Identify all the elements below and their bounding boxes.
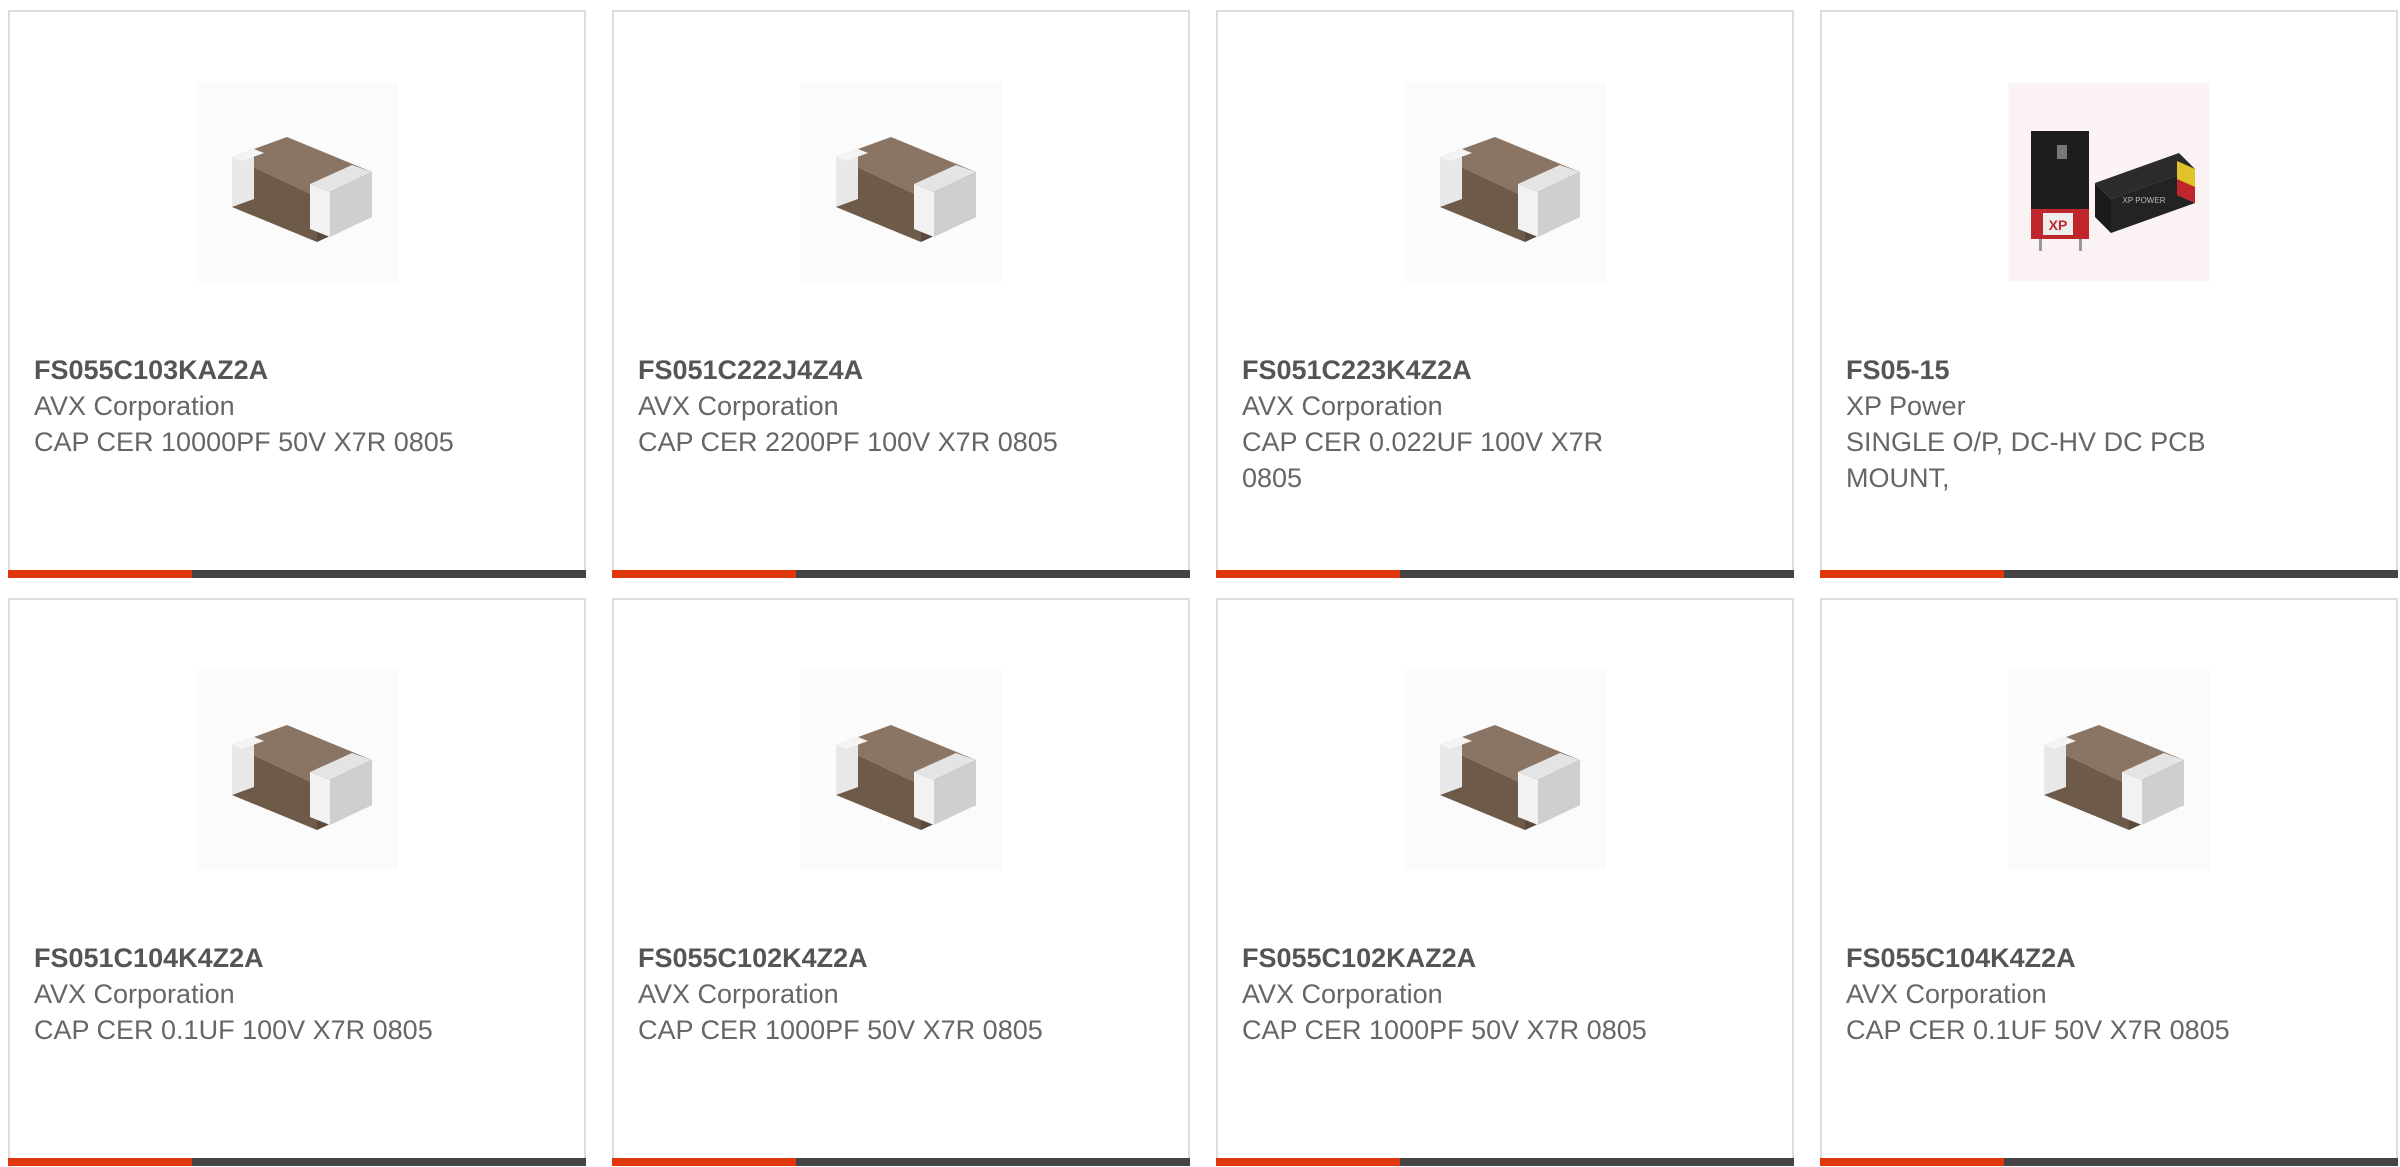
manufacturer-name: XP Power <box>1846 391 1966 421</box>
card-accent-bar <box>1820 570 2004 578</box>
product-card[interactable]: FS055C104K4Z2A AVX Corporation CAP CER 0… <box>1820 598 2398 1166</box>
part-number[interactable]: FS05-15 <box>1846 352 2266 388</box>
product-info: FS055C102KAZ2A AVX Corporation CAP CER 1… <box>1242 940 1662 1048</box>
card-accent-bar <box>612 570 796 578</box>
product-info: FS055C103KAZ2A AVX Corporation CAP CER 1… <box>34 352 454 460</box>
product-description: CAP CER 0.1UF 100V X7R 0805 <box>34 1015 433 1045</box>
product-description: CAP CER 0.022UF 100V X7R 0805 <box>1242 427 1604 493</box>
ceramic-capacitor-icon <box>1404 670 1606 870</box>
manufacturer-name: AVX Corporation <box>34 979 235 1009</box>
card-footer-bar <box>1820 570 2398 578</box>
product-card[interactable]: FS055C103KAZ2A AVX Corporation CAP CER 1… <box>8 10 586 578</box>
manufacturer-name: AVX Corporation <box>34 391 235 421</box>
ceramic-capacitor-icon <box>800 82 1002 282</box>
card-accent-bar <box>612 1158 796 1166</box>
manufacturer-name: AVX Corporation <box>1242 391 1443 421</box>
part-number[interactable]: FS051C223K4Z2A <box>1242 352 1662 388</box>
product-info: FS051C104K4Z2A AVX Corporation CAP CER 0… <box>34 940 454 1048</box>
product-card[interactable]: XP XP POWER FS05-15 XP Power SINGLE O/P,… <box>1820 10 2398 578</box>
part-number[interactable]: FS055C103KAZ2A <box>34 352 454 388</box>
card-footer-bar <box>612 570 1190 578</box>
ceramic-capacitor-icon <box>196 670 398 870</box>
product-description: CAP CER 1000PF 50V X7R 0805 <box>1242 1015 1647 1045</box>
product-card[interactable]: FS051C104K4Z2A AVX Corporation CAP CER 0… <box>8 598 586 1166</box>
part-number[interactable]: FS051C222J4Z4A <box>638 352 1058 388</box>
product-card[interactable]: FS051C222J4Z4A AVX Corporation CAP CER 2… <box>612 10 1190 578</box>
part-number[interactable]: FS051C104K4Z2A <box>34 940 454 976</box>
product-description: CAP CER 2200PF 100V X7R 0805 <box>638 427 1058 457</box>
manufacturer-name: AVX Corporation <box>638 391 839 421</box>
product-info: FS051C222J4Z4A AVX Corporation CAP CER 2… <box>638 352 1058 460</box>
ceramic-capacitor-icon <box>196 82 398 282</box>
manufacturer-name: AVX Corporation <box>1846 979 2047 1009</box>
card-footer-bar <box>8 570 586 578</box>
card-accent-bar <box>1216 570 1400 578</box>
ceramic-capacitor-icon <box>2008 670 2210 870</box>
product-info: FS05-15 XP Power SINGLE O/P, DC-HV DC PC… <box>1846 352 2266 496</box>
product-description: CAP CER 0.1UF 50V X7R 0805 <box>1846 1015 2230 1045</box>
card-footer-bar <box>1820 1158 2398 1166</box>
card-footer-bar <box>1216 1158 1794 1166</box>
product-info: FS051C223K4Z2A AVX Corporation CAP CER 0… <box>1242 352 1662 496</box>
card-footer-bar <box>612 1158 1190 1166</box>
card-accent-bar <box>1216 1158 1400 1166</box>
card-accent-bar <box>8 570 192 578</box>
manufacturer-name: AVX Corporation <box>638 979 839 1009</box>
part-number[interactable]: FS055C102KAZ2A <box>1242 940 1662 976</box>
product-info: FS055C104K4Z2A AVX Corporation CAP CER 0… <box>1846 940 2266 1048</box>
ceramic-capacitor-icon <box>1404 82 1606 282</box>
product-card[interactable]: FS055C102K4Z2A AVX Corporation CAP CER 1… <box>612 598 1190 1166</box>
svg-text:XP: XP <box>2049 217 2068 233</box>
card-accent-bar <box>8 1158 192 1166</box>
card-footer-bar <box>8 1158 586 1166</box>
manufacturer-name: AVX Corporation <box>1242 979 1443 1009</box>
product-card[interactable]: FS055C102KAZ2A AVX Corporation CAP CER 1… <box>1216 598 1794 1166</box>
product-grid: FS055C103KAZ2A AVX Corporation CAP CER 1… <box>8 10 2400 1166</box>
product-info: FS055C102K4Z2A AVX Corporation CAP CER 1… <box>638 940 1058 1048</box>
card-accent-bar <box>1820 1158 2004 1166</box>
part-number[interactable]: FS055C102K4Z2A <box>638 940 1058 976</box>
card-footer-bar <box>1216 570 1794 578</box>
product-description: CAP CER 1000PF 50V X7R 0805 <box>638 1015 1043 1045</box>
product-description: SINGLE O/P, DC-HV DC PCB MOUNT, <box>1846 427 2206 493</box>
part-number[interactable]: FS055C104K4Z2A <box>1846 940 2266 976</box>
svg-text:XP POWER: XP POWER <box>2123 196 2166 205</box>
ceramic-capacitor-icon <box>800 670 1002 870</box>
product-card[interactable]: FS051C223K4Z2A AVX Corporation CAP CER 0… <box>1216 10 1794 578</box>
product-description: CAP CER 10000PF 50V X7R 0805 <box>34 427 454 457</box>
power-module-icon: XP XP POWER <box>2008 82 2210 282</box>
